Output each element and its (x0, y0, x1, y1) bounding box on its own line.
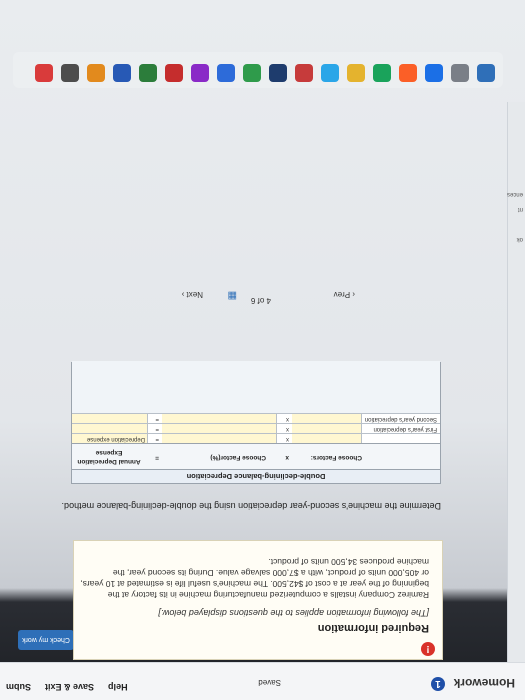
check-my-work-button[interactable]: Check my work (18, 630, 74, 650)
calendar-icon[interactable] (243, 64, 261, 82)
table-row: Second year's depreciation x = (72, 413, 440, 423)
excel-icon[interactable] (139, 64, 157, 82)
prev-button[interactable]: ‹ Prev (334, 290, 355, 299)
table-header: Choose Factors: x Choose Factor(%) = Ann… (72, 443, 440, 469)
header-choose-factor-pct: Choose Factor(%) (210, 454, 266, 461)
app-store-icon[interactable] (217, 64, 235, 82)
saved-status: Saved (258, 678, 281, 687)
row-equals: = (155, 416, 159, 422)
chevron-left-icon: ‹ (350, 290, 355, 299)
safari-icon[interactable] (425, 64, 443, 82)
depreciation-input[interactable] (72, 414, 148, 423)
header-annual-dep: Annual Depreciation Expense (77, 449, 141, 465)
left-strip-label: nt (517, 206, 523, 212)
table-row: First year's depreciation x = (72, 423, 440, 433)
header-multiply: x (285, 454, 289, 461)
factor-pct-input[interactable] (162, 424, 277, 433)
chevron-right-icon: › (181, 290, 185, 299)
factor-pct-input[interactable] (162, 414, 277, 423)
factor-input[interactable] (292, 434, 362, 443)
next-button[interactable]: Next › (182, 290, 203, 299)
row-equals: = (155, 426, 159, 432)
word-icon[interactable] (113, 64, 131, 82)
left-strip-label: ok (516, 236, 523, 242)
mail-icon[interactable] (347, 64, 365, 82)
factor-input[interactable] (292, 424, 362, 433)
required-note: [The following information applies to th… (158, 608, 429, 618)
info-circle-icon[interactable]: 1 (431, 677, 445, 691)
header-equals: = (155, 454, 159, 461)
prev-label: Prev (333, 290, 351, 299)
finder-icon[interactable] (477, 64, 495, 82)
row-multiply: x (286, 426, 289, 432)
help-link[interactable]: Help (108, 682, 128, 692)
page-indicator: 4 of 6 (251, 295, 271, 305)
homework-title: Homework (453, 676, 515, 690)
required-title: Required information (317, 622, 429, 634)
powerpoint-icon[interactable] (165, 64, 183, 82)
left-strip-label: ences (506, 191, 523, 197)
row-label: Second year's depreciation (364, 416, 437, 422)
misc-app-icon[interactable] (35, 64, 53, 82)
header-choose-factors: Choose Factors: (310, 454, 362, 461)
top-actions: Help Save & Exit Subm (6, 682, 128, 692)
pager: ‹ Prev 4 of 6 ▦ Next › (155, 283, 355, 305)
submit-button[interactable]: Subm (6, 682, 31, 692)
row-label: First year's depreciation (373, 426, 437, 432)
photos-icon[interactable] (295, 64, 313, 82)
notes-icon[interactable] (269, 64, 287, 82)
row-multiply: x (286, 436, 289, 442)
save-exit-button[interactable]: Save & Exit (45, 682, 94, 692)
depreciation-expense-label: Depreciation expense (86, 436, 145, 442)
grid-icon[interactable]: ▦ (228, 290, 237, 301)
chrome-icon[interactable] (373, 64, 391, 82)
factor-input[interactable] (292, 414, 362, 423)
factor-pct-input[interactable] (162, 434, 277, 443)
page-of: of 6 (250, 296, 265, 305)
left-strip: ok nt ences (507, 102, 525, 662)
depreciation-input[interactable] (72, 424, 148, 433)
row-multiply: x (286, 416, 289, 422)
top-bar: Homework 1 Saved Help Save & Exit Subm (0, 662, 525, 700)
trash-icon[interactable] (61, 64, 79, 82)
launchpad-icon[interactable] (451, 64, 469, 82)
table-blank-area (72, 361, 440, 413)
dock (13, 52, 503, 88)
preview-icon[interactable] (87, 64, 105, 82)
question-text: Determine the machine's second-year depr… (61, 501, 441, 511)
next-label: Next (186, 290, 203, 299)
row-equals: = (155, 436, 159, 442)
ddb-table: Double-declining-balance Depreciation Ch… (71, 361, 441, 484)
page-number: 4 (266, 296, 271, 305)
photo-background: Homework 1 Saved Help Save & Exit Subm C… (0, 0, 525, 700)
table-title: Double-declining-balance Depreciation (72, 469, 440, 483)
alert-icon: ! (421, 642, 435, 656)
itunes-icon[interactable] (191, 64, 209, 82)
firefox-icon[interactable] (399, 64, 417, 82)
messages-icon[interactable] (321, 64, 339, 82)
laptop-screen: Homework 1 Saved Help Save & Exit Subm C… (0, 0, 525, 700)
required-body: Ramirez Company installs a computerized … (80, 557, 429, 600)
table-row: x = Depreciation expense (72, 433, 440, 443)
